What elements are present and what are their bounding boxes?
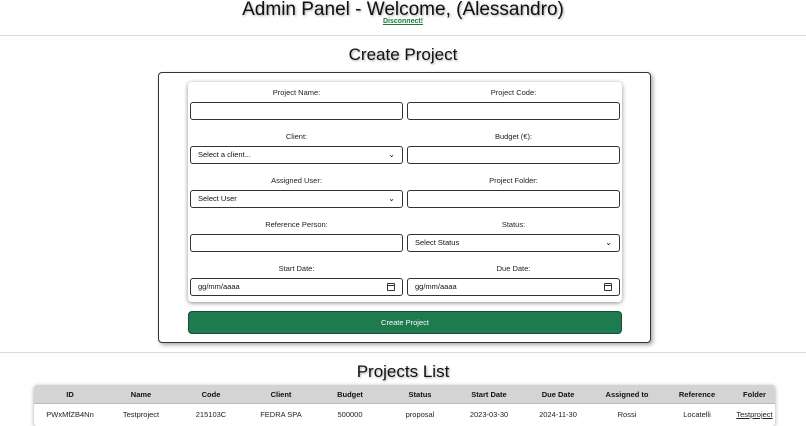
- table-row: PWxMfZB4Nn Testproject 215103C FEDRA SPA…: [34, 405, 775, 425]
- due-date-value: gg/mm/aaaa: [415, 282, 457, 291]
- reference-person-group: Reference Person:: [190, 220, 403, 252]
- status-group: Status: Select Status ⌄: [407, 220, 620, 252]
- column-header-start-date: Start Date: [471, 390, 507, 399]
- chevron-down-icon: ⌄: [388, 150, 395, 159]
- disconnect-link[interactable]: Disconnect!: [0, 18, 806, 25]
- column-header-assigned-to: Assigned to: [605, 390, 649, 399]
- create-project-panel: Project Name: Project Code: Client: Sele…: [158, 72, 651, 343]
- start-date-group: Start Date: gg/mm/aaaa: [190, 264, 403, 296]
- table-header: ID Name Code Client Budget Status Start …: [34, 385, 775, 404]
- project-name-group: Project Name:: [190, 88, 403, 120]
- cell-name: Testproject: [122, 410, 160, 419]
- reference-person-label: Reference Person:: [265, 220, 328, 229]
- cell-assigned-to: Rossi: [617, 410, 637, 419]
- chevron-down-icon: ⌄: [388, 194, 395, 203]
- reference-person-input[interactable]: [190, 234, 403, 252]
- project-code-label: Project Code:: [490, 88, 537, 97]
- status-label: Status:: [501, 220, 526, 229]
- calendar-icon[interactable]: [387, 283, 395, 291]
- cell-due-date: 2024-11-30: [539, 410, 577, 419]
- project-code-input[interactable]: [407, 102, 620, 120]
- project-folder-input[interactable]: [407, 190, 620, 208]
- assigned-user-select[interactable]: Select User ⌄: [190, 190, 403, 208]
- column-header-reference: Reference: [678, 390, 716, 399]
- calendar-icon[interactable]: [604, 283, 612, 291]
- create-project-button[interactable]: Create Project: [188, 311, 622, 334]
- cell-budget: 500000: [337, 410, 363, 419]
- column-header-client: Client: [270, 390, 292, 399]
- folder-link[interactable]: Testproject: [734, 405, 775, 425]
- column-header-due-date: Due Date: [541, 390, 575, 399]
- budget-input[interactable]: [407, 146, 620, 164]
- create-project-form: Project Name: Project Code: Client: Sele…: [188, 82, 622, 302]
- project-folder-label: Project Folder:: [489, 176, 538, 185]
- divider: [0, 35, 806, 36]
- cell-id: PWxMfZB4Nn: [46, 410, 94, 419]
- create-project-title: Create Project: [348, 45, 458, 64]
- column-header-name: Name: [130, 390, 152, 399]
- due-date-label: Due Date:: [496, 264, 531, 273]
- start-date-value: gg/mm/aaaa: [198, 282, 240, 291]
- assigned-user-select-value: Select User: [198, 194, 237, 203]
- budget-group: Budget (€):: [407, 132, 620, 164]
- client-select-value: Select a client...: [198, 150, 251, 159]
- column-header-folder: Folder: [743, 390, 766, 399]
- start-date-label: Start Date:: [278, 264, 315, 273]
- project-name-label: Project Name:: [272, 88, 321, 97]
- projects-list-title: Projects List: [356, 362, 450, 381]
- start-date-input[interactable]: gg/mm/aaaa: [190, 278, 403, 296]
- projects-table: ID Name Code Client Budget Status Start …: [34, 385, 775, 426]
- cell-status: proposal: [405, 410, 435, 419]
- client-select[interactable]: Select a client... ⌄: [190, 146, 403, 164]
- divider: [0, 352, 806, 353]
- chevron-down-icon: ⌄: [605, 238, 612, 247]
- status-select[interactable]: Select Status ⌄: [407, 234, 620, 252]
- column-header-code: Code: [201, 390, 221, 399]
- column-header-status: Status: [408, 390, 432, 399]
- budget-label: Budget (€):: [494, 132, 533, 141]
- cell-client: FEDRA SPA: [260, 410, 302, 419]
- project-code-group: Project Code:: [407, 88, 620, 120]
- project-folder-group: Project Folder:: [407, 176, 620, 208]
- client-group: Client: Select a client... ⌄: [190, 132, 403, 164]
- cell-code: 215103C: [195, 410, 227, 419]
- page-title: Admin Panel - Welcome, (Alessandro): [242, 0, 564, 20]
- cell-start-date: 2023-03-30: [469, 410, 509, 419]
- cell-reference: Locatelli: [683, 410, 711, 419]
- due-date-group: Due Date: gg/mm/aaaa: [407, 264, 620, 296]
- column-header-id: ID: [66, 390, 74, 399]
- project-name-input[interactable]: [190, 102, 403, 120]
- due-date-input[interactable]: gg/mm/aaaa: [407, 278, 620, 296]
- client-label: Client:: [285, 132, 308, 141]
- assigned-user-group: Assigned User: Select User ⌄: [190, 176, 403, 208]
- column-header-budget: Budget: [337, 390, 363, 399]
- status-select-value: Select Status: [415, 238, 460, 247]
- assigned-user-label: Assigned User:: [271, 176, 322, 185]
